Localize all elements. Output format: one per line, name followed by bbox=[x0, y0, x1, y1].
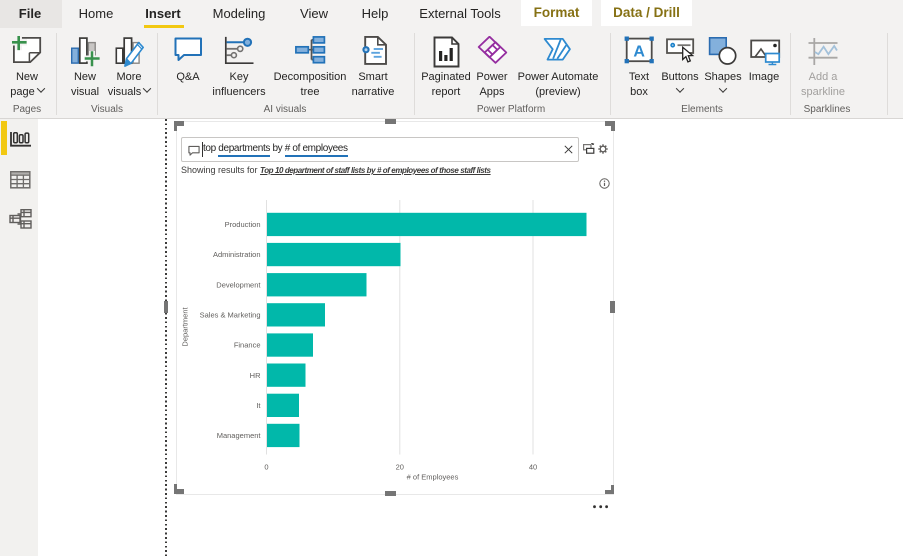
svg-text:HR: HR bbox=[250, 371, 261, 380]
svg-text:Finance: Finance bbox=[234, 341, 261, 350]
svg-text:40: 40 bbox=[529, 463, 537, 472]
svg-text:Management: Management bbox=[217, 431, 262, 440]
svg-text:20: 20 bbox=[396, 463, 404, 472]
svg-text:It: It bbox=[256, 401, 261, 410]
svg-text:Development: Development bbox=[216, 280, 261, 289]
svg-text:Production: Production bbox=[225, 220, 261, 229]
svg-text:0: 0 bbox=[264, 463, 268, 472]
svg-text:Administration: Administration bbox=[213, 250, 261, 259]
svg-text:Sales & Marketing: Sales & Marketing bbox=[200, 311, 261, 320]
svg-text:A: A bbox=[633, 44, 645, 61]
svg-text:Department: Department bbox=[181, 306, 190, 346]
svg-text:# of Employees: # of Employees bbox=[407, 473, 459, 482]
